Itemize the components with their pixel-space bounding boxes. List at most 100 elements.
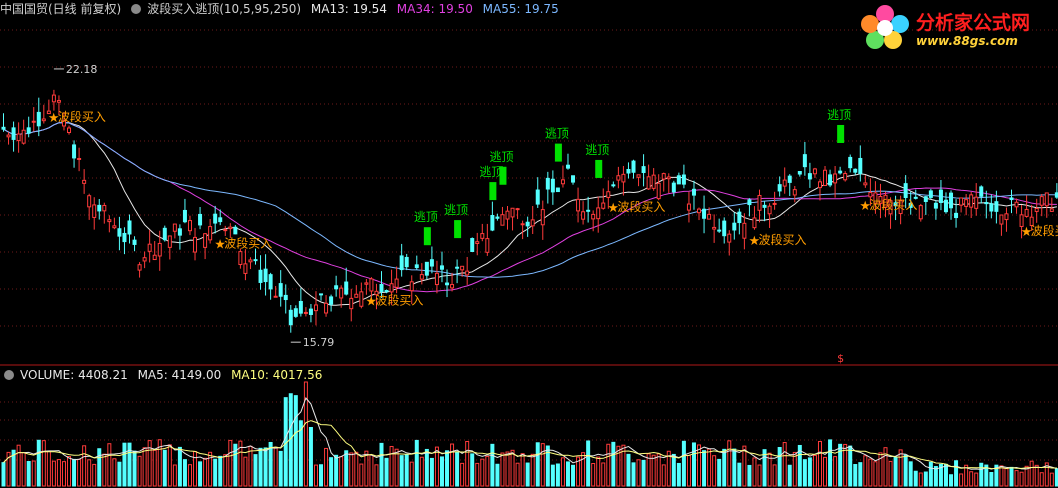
candle-body xyxy=(77,157,82,160)
site-logo[interactable]: 分析家公式网 www.88gs.com xyxy=(858,2,1054,52)
volume-bar xyxy=(928,461,933,487)
candle-body xyxy=(465,270,470,276)
volume-bar xyxy=(636,459,641,487)
candle-body xyxy=(550,178,555,193)
candle-body xyxy=(298,300,303,314)
candle-body xyxy=(419,274,424,280)
volume-bar xyxy=(394,448,399,487)
candle-body xyxy=(747,199,752,206)
candle-body xyxy=(303,311,308,314)
volume-bar xyxy=(439,456,444,487)
ma34-value: MA34: 19.50 xyxy=(396,2,473,16)
candle-body xyxy=(223,229,228,232)
candle-body xyxy=(319,293,324,296)
volume-bar xyxy=(97,448,102,487)
candle-body xyxy=(213,213,218,224)
candle-body xyxy=(198,213,203,226)
volume-bar xyxy=(172,464,177,487)
settings-icon[interactable] xyxy=(131,4,142,14)
volume-bar xyxy=(67,455,72,487)
candle-body xyxy=(334,285,339,290)
volume-bar xyxy=(429,457,434,487)
volume-bar xyxy=(404,454,409,487)
flower-logo-icon xyxy=(861,5,909,49)
volume-bar xyxy=(974,472,979,487)
volume-bar xyxy=(223,454,228,487)
volume-bar xyxy=(313,464,318,487)
volume-bar xyxy=(923,471,928,487)
candle-body xyxy=(515,208,520,211)
volume-bar xyxy=(258,447,263,487)
volume-bar xyxy=(565,461,570,487)
buy-signal-label: 波段买入 xyxy=(1031,223,1058,238)
volume-bar xyxy=(460,462,465,487)
volume-bar xyxy=(555,463,560,487)
volume-bar xyxy=(1029,460,1034,487)
volume-bar xyxy=(571,464,576,487)
candle-body xyxy=(505,210,510,220)
candle-body xyxy=(36,111,41,127)
volume-bar xyxy=(611,441,616,487)
candle-body xyxy=(203,233,208,248)
candle-body xyxy=(344,281,349,295)
candle-body xyxy=(797,171,802,175)
candle-body xyxy=(737,211,742,224)
volume-bar xyxy=(26,461,31,487)
volume-bar xyxy=(137,455,142,487)
candle-body xyxy=(480,233,485,239)
candle-body xyxy=(576,198,581,212)
volume-bar xyxy=(828,439,833,487)
buy-signal-label: 波段买入 xyxy=(58,109,106,124)
volume-header: VOLUME: 4408.21 MA5: 4149.00 MA10: 4017.… xyxy=(0,366,328,384)
candle-body xyxy=(621,173,626,183)
candle-body xyxy=(394,278,399,288)
candle-body xyxy=(722,220,727,237)
candle-body xyxy=(646,176,651,190)
volume-bar xyxy=(732,448,737,487)
volume-bar xyxy=(228,439,233,487)
candle-body xyxy=(601,202,606,209)
volume-bar xyxy=(661,464,666,487)
volume-bar xyxy=(369,454,374,487)
candle-body xyxy=(656,182,661,200)
volume-bar xyxy=(334,454,339,487)
candle-body xyxy=(636,174,641,178)
candle-body xyxy=(823,169,828,186)
volume-bar xyxy=(535,442,540,487)
candle-body xyxy=(964,199,969,207)
vol-ma10-value: MA10: 4017.56 xyxy=(231,368,323,382)
candle-body xyxy=(339,287,344,299)
candle-body xyxy=(409,281,414,292)
volume-bar xyxy=(596,456,601,487)
top-signal-label: 逃顶 xyxy=(489,150,513,164)
candle-body xyxy=(903,183,908,198)
volume-bar xyxy=(787,464,792,487)
volume-settings-icon[interactable] xyxy=(4,370,14,380)
candle-body xyxy=(1,126,6,130)
candle-body xyxy=(581,211,586,220)
volume-bar xyxy=(424,448,429,487)
candle-body xyxy=(555,187,560,193)
candle-body xyxy=(994,201,999,212)
buy-signal-label: 波段买入 xyxy=(869,197,917,212)
candle-body xyxy=(82,179,87,184)
volume-bar xyxy=(989,472,994,487)
volume-bar xyxy=(273,446,278,487)
buy-signal-label: 波段买入 xyxy=(375,293,423,308)
volume-bar xyxy=(868,458,873,487)
volume-bar xyxy=(107,443,112,487)
candle-body xyxy=(470,238,475,252)
candle-body xyxy=(1049,208,1054,212)
volume-bar xyxy=(903,454,908,487)
candle-body xyxy=(938,189,943,203)
candle-body xyxy=(782,179,787,187)
volume-bar xyxy=(293,395,298,487)
candle-body xyxy=(187,220,192,232)
volume-bar xyxy=(893,456,898,487)
candle-body xyxy=(686,203,691,211)
candle-body xyxy=(107,219,112,223)
volume-bar xyxy=(167,444,172,487)
candle-body xyxy=(767,205,772,215)
candle-body xyxy=(923,196,928,202)
indicator-name[interactable]: 波段买入逃顶(10,5,95,250) xyxy=(147,2,301,16)
